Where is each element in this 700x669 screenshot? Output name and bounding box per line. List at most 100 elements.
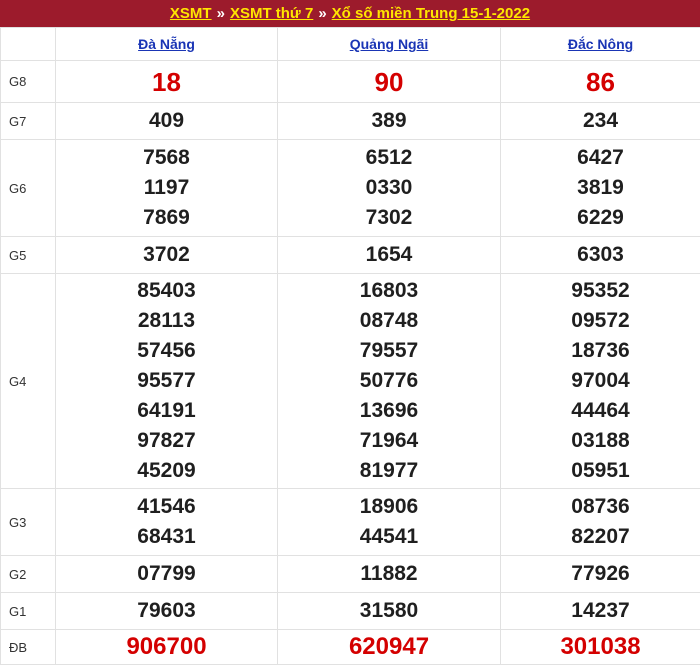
prize-cell: 18 [55, 60, 278, 103]
prize-number: 41546 [137, 495, 196, 518]
province-header: Quảng Ngãi [277, 27, 501, 61]
prize-number: 31580 [359, 599, 419, 622]
province-header: Đà Nẵng [55, 27, 278, 61]
prize-number: 16803 [359, 279, 419, 302]
prize-cell: 3702 [55, 236, 278, 274]
prize-label: ĐB [0, 629, 56, 665]
prize-number: 79557 [359, 339, 419, 362]
prize-number: 14237 [571, 599, 630, 622]
breadcrumb-separator: » [318, 5, 327, 22]
prize-number: 77926 [571, 562, 630, 585]
prize-number: 28113 [137, 309, 196, 332]
prize-label: G6 [0, 139, 56, 237]
breadcrumb-result-date-link[interactable]: Xổ số miền Trung 15-1-2022 [332, 5, 530, 22]
province-header: Đắc Nông [500, 27, 700, 61]
prize-number: 57456 [137, 339, 196, 362]
prize-label: G7 [0, 102, 56, 140]
header-corner [0, 27, 56, 61]
province-link-dac-nong[interactable]: Đắc Nông [568, 36, 633, 52]
prize-number: 05951 [571, 459, 630, 482]
prize-cell: 08736 82207 [500, 488, 700, 556]
prize-number: 45209 [137, 459, 196, 482]
prize-cell: 11882 [277, 555, 501, 593]
prize-number: 7869 [143, 206, 190, 229]
prize-label: G1 [0, 592, 56, 630]
prize-number: 44464 [571, 399, 630, 422]
prize-number: 44541 [359, 525, 419, 548]
prize-cell: 6303 [500, 236, 700, 274]
prize-row-g8: G8 18 90 86 [0, 60, 700, 103]
prize-number: 6303 [577, 243, 624, 266]
prize-number: 7302 [365, 206, 413, 229]
prize-cell: 234 [500, 102, 700, 140]
prize-number: 08748 [359, 309, 419, 332]
prize-cell: 85403 28113 57456 95577 64191 97827 45209 [55, 273, 278, 489]
prize-cell: 90 [277, 60, 501, 103]
prize-number: 7568 [143, 146, 190, 169]
prize-cell: 07799 [55, 555, 278, 593]
prize-row-g5: G5 3702 1654 6303 [0, 236, 700, 274]
prize-number: 13696 [359, 399, 419, 422]
prize-number: 71964 [359, 429, 419, 452]
prize-cell: 301038 [500, 629, 700, 665]
breadcrumb-xsmt-link[interactable]: XSMT [170, 5, 212, 22]
prize-number: 95577 [137, 369, 196, 392]
prize-number: 81977 [359, 459, 419, 482]
prize-row-g1: G1 79603 31580 14237 [0, 592, 700, 630]
prize-cell: 906700 [55, 629, 278, 665]
prize-number: 18736 [571, 339, 630, 362]
prize-row-g4: G4 85403 28113 57456 95577 64191 97827 45209 168… [0, 273, 700, 489]
prize-label: G2 [0, 555, 56, 593]
prize-number: 86 [586, 66, 615, 97]
province-link-quang-ngai[interactable]: Quảng Ngãi [350, 36, 429, 52]
province-link-da-nang[interactable]: Đà Nẵng [138, 36, 195, 52]
prize-cell: 86 [500, 60, 700, 103]
prize-number: 301038 [560, 633, 641, 660]
prize-row-g7: G7 409 389 234 [0, 102, 700, 140]
prize-label: G4 [0, 273, 56, 489]
prize-cell: 31580 [277, 592, 501, 630]
prize-number: 389 [371, 109, 407, 132]
prize-cell: 6427 3819 6229 [500, 139, 700, 237]
results-table: Đà Nẵng Quảng Ngãi Đắc Nông G8 18 90 86 G7 40… [0, 27, 700, 665]
prize-number: 906700 [126, 633, 207, 660]
prize-cell: 16803 08748 79557 50776 13696 71964 81977 [277, 273, 501, 489]
prize-number: 409 [148, 109, 185, 132]
province-header-row: Đà Nẵng Quảng Ngãi Đắc Nông [0, 27, 700, 61]
prize-number: 234 [582, 109, 619, 132]
prize-cell: 18906 44541 [277, 488, 501, 556]
prize-cell: 409 [55, 102, 278, 140]
prize-number: 6512 [365, 146, 413, 169]
breadcrumb-xsmt-thu7-link[interactable]: XSMT thứ 7 [230, 5, 313, 22]
prize-number: 1197 [143, 176, 190, 199]
prize-cell: 6512 0330 7302 [277, 139, 501, 237]
prize-number: 79603 [137, 599, 196, 622]
breadcrumb: XSMT » XSMT thứ 7 » Xổ số miền Trung 15-… [0, 0, 700, 27]
prize-number: 85403 [137, 279, 196, 302]
breadcrumb-separator: » [216, 5, 225, 22]
prize-number: 08736 [571, 495, 630, 518]
prize-number: 18 [152, 66, 181, 97]
prize-number: 95352 [571, 279, 630, 302]
prize-number: 50776 [359, 369, 419, 392]
prize-row-g2: G2 07799 11882 77926 [0, 555, 700, 593]
prize-cell: 620947 [277, 629, 501, 665]
prize-cell: 79603 [55, 592, 278, 630]
prize-number: 90 [374, 66, 404, 97]
prize-number: 1654 [365, 243, 413, 266]
prize-row-db: ĐB 906700 620947 301038 [0, 629, 700, 665]
prize-number: 64191 [137, 399, 196, 422]
prize-number: 6229 [577, 206, 624, 229]
prize-label: G5 [0, 236, 56, 274]
prize-number: 97004 [571, 369, 630, 392]
prize-number: 3819 [577, 176, 624, 199]
prize-row-g6: G6 7568 1197 7869 6512 0330 7302 6427 3819 6229 [0, 139, 700, 237]
prize-row-g3: G3 41546 68431 18906 44541 08736 82207 [0, 488, 700, 556]
prize-cell: 95352 09572 18736 97004 44464 03188 05951 [500, 273, 700, 489]
prize-number: 620947 [348, 633, 430, 660]
prize-cell: 77926 [500, 555, 700, 593]
prize-number: 07799 [137, 562, 196, 585]
prize-rows: G8 18 90 86 G7 409 389 234 G6 7568 1197 7869 6512 033… [0, 60, 700, 665]
prize-number: 97827 [137, 429, 196, 452]
prize-cell: 389 [277, 102, 501, 140]
